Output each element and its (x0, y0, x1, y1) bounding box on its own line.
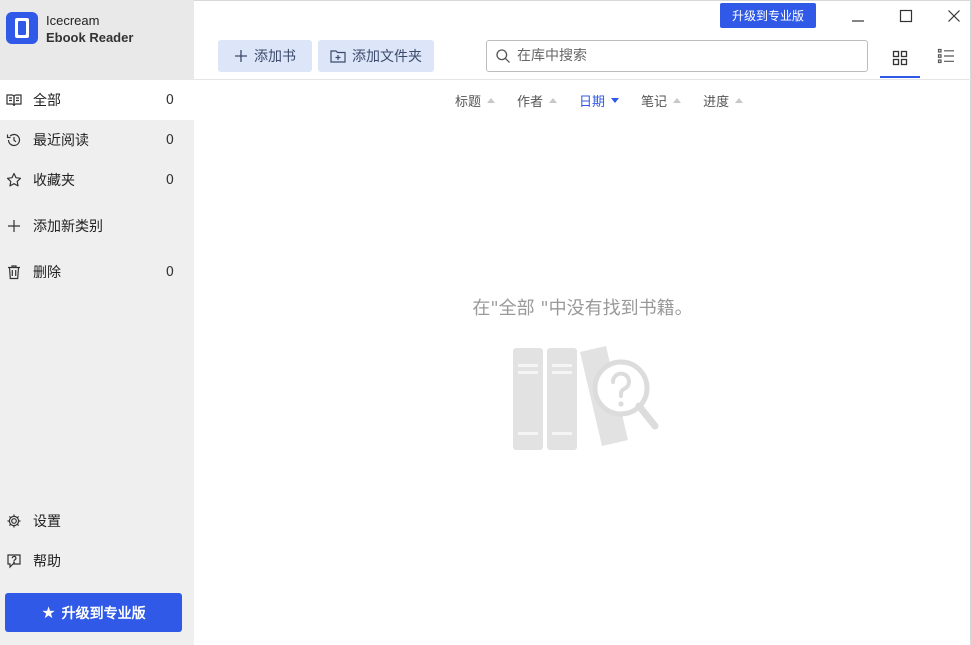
sidebar-item-help[interactable]: 帮助 (0, 541, 194, 581)
sidebar-item-label: 添加新类别 (33, 219, 103, 235)
sort-bar: 标题 作者 日期 笔记 进度 (455, 90, 765, 110)
list-view-button[interactable] (926, 40, 966, 72)
add-book-label: 添加书 (254, 49, 296, 65)
sidebar-item-label: 帮助 (33, 554, 61, 570)
grid-icon (892, 50, 908, 66)
sort-label: 作者 (517, 94, 544, 110)
sidebar: Icecream Ebook Reader 全部 0 最近阅读 0 收藏夹 0 (0, 0, 194, 645)
maximize-button[interactable] (894, 5, 918, 27)
minimize-icon (852, 20, 864, 22)
sort-label: 日期 (579, 94, 606, 110)
sidebar-item-label: 设置 (33, 514, 61, 530)
sidebar-item-count: 0 (165, 172, 174, 188)
add-folder-label: 添加文件夹 (352, 49, 422, 65)
sort-arrow-icon (735, 97, 744, 103)
sort-label: 笔记 (641, 94, 668, 110)
search-input[interactable] (517, 48, 867, 64)
app-name-line2: Ebook Reader (46, 30, 134, 45)
title-upgrade-button[interactable]: 升级到专业版 (720, 3, 816, 28)
window-frame-top (194, 0, 971, 1)
star-icon: ★ (41, 603, 56, 622)
app-logo-icon (6, 12, 38, 44)
sort-arrow-icon (549, 97, 558, 103)
sort-label: 进度 (703, 94, 730, 110)
minimize-button[interactable] (846, 5, 870, 27)
sidebar-nav: 全部 0 最近阅读 0 收藏夹 0 添加新类别 删除 0 (0, 80, 194, 292)
help-icon (6, 553, 22, 569)
sidebar-item-add-category[interactable]: 添加新类别 (0, 206, 194, 246)
sort-title[interactable]: 标题 (455, 90, 496, 110)
sidebar-item-count: 0 (165, 264, 174, 280)
app-name-line1: Icecream (46, 13, 100, 28)
close-icon (948, 10, 960, 22)
plus-icon (6, 218, 22, 234)
sidebar-item-settings[interactable]: 设置 (0, 501, 194, 541)
app-brand: Icecream Ebook Reader (0, 0, 194, 80)
sort-arrow-icon (487, 97, 496, 103)
sidebar-bottom-nav: 设置 帮助 (0, 501, 194, 581)
maximize-icon (899, 9, 913, 23)
sort-author[interactable]: 作者 (517, 90, 558, 110)
sidebar-item-favorites[interactable]: 收藏夹 0 (0, 160, 194, 200)
sort-label: 标题 (455, 94, 482, 110)
sidebar-item-recent[interactable]: 最近阅读 0 (0, 120, 194, 160)
plus-icon (234, 49, 248, 63)
sidebar-item-count: 0 (165, 92, 174, 108)
upgrade-pro-label: 升级到专业版 (61, 605, 146, 622)
sidebar-item-label: 收藏夹 (33, 173, 75, 189)
add-folder-button[interactable]: 添加文件夹 (318, 40, 434, 72)
sort-notes[interactable]: 笔记 (641, 90, 682, 110)
sidebar-item-label: 全部 (33, 93, 61, 109)
sidebar-item-label: 删除 (33, 265, 61, 281)
sidebar-item-trash[interactable]: 删除 0 (0, 252, 194, 292)
trash-icon (6, 264, 22, 280)
sort-arrow-icon (673, 97, 682, 103)
library-search (486, 40, 868, 72)
add-book-button[interactable]: 添加书 (218, 40, 312, 72)
folder-add-icon (330, 49, 346, 63)
upgrade-pro-button[interactable]: ★ 升级到专业版 (5, 593, 182, 632)
star-outline-icon (6, 172, 22, 188)
list-icon (937, 48, 954, 64)
sort-arrow-icon (611, 97, 620, 103)
toolbar-divider (194, 79, 971, 80)
sidebar-item-count: 0 (165, 132, 174, 148)
search-icon (495, 48, 511, 64)
sort-progress[interactable]: 进度 (703, 90, 744, 110)
book-open-icon (6, 92, 22, 108)
empty-state-message: 在"全部 "中没有找到书籍。 (472, 298, 693, 319)
sidebar-item-label: 最近阅读 (33, 133, 89, 149)
sidebar-item-all[interactable]: 全部 0 (0, 80, 194, 120)
sort-date[interactable]: 日期 (579, 90, 620, 110)
gear-icon (6, 513, 22, 529)
close-button[interactable] (942, 5, 966, 27)
grid-view-button[interactable] (880, 40, 920, 78)
empty-library-illustration-icon (513, 346, 659, 450)
history-icon (6, 132, 22, 148)
app-name: Icecream Ebook Reader (46, 12, 133, 46)
